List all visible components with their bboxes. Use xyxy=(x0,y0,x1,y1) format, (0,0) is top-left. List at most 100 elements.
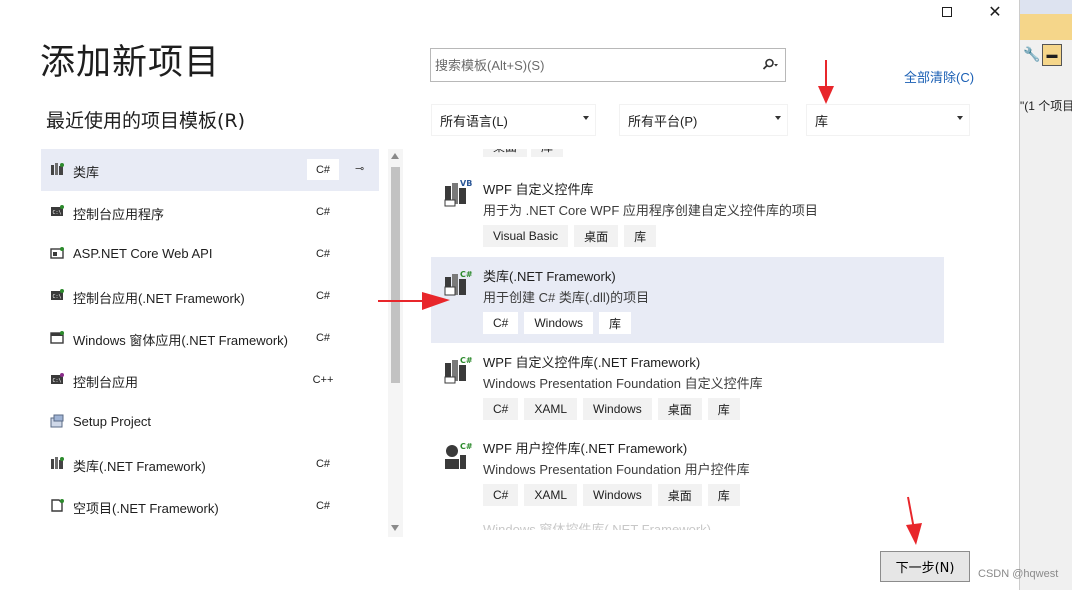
next-button[interactable]: 下一步(N) xyxy=(880,551,970,582)
annotation-arrow-right-template xyxy=(378,292,450,310)
scroll-up-icon[interactable] xyxy=(391,153,399,159)
template-tag: XAML xyxy=(524,398,578,420)
template-name: 类库(.NET Framework) xyxy=(483,269,616,284)
recent-item-label: 控制台应用 xyxy=(73,375,139,390)
template-search-box[interactable] xyxy=(430,48,786,82)
language-badge: C# xyxy=(307,285,339,306)
class-library-icon xyxy=(50,162,65,177)
console-app-icon: C:\ xyxy=(50,372,65,387)
page-title: 添加新项目 xyxy=(40,43,221,83)
recent-item[interactable]: ASP.NET Core Web API C# xyxy=(41,233,379,275)
platform-filter-dropdown[interactable]: 所有平台(P) xyxy=(619,104,788,136)
add-new-project-dialog: ✕ 添加新项目 最近使用的项目模板(R) 全部清除(C) 所有语言(L) 所有平… xyxy=(0,0,1019,590)
template-tag: Windows xyxy=(583,398,652,420)
template-tag: 库 xyxy=(599,312,632,334)
template-item[interactable]: C# 类库(.NET Framework) 用于创建 C# 类库(.dll)的项… xyxy=(431,257,944,343)
close-button[interactable]: ✕ xyxy=(972,0,1018,24)
template-name: WPF 自定义控件库 xyxy=(483,182,594,197)
recent-item-label: 控制台应用(.NET Framework) xyxy=(73,291,245,306)
recent-item[interactable]: C:\ 控制台应用程序 C# xyxy=(41,191,379,233)
wpf-control-library-icon: VB xyxy=(443,178,473,210)
background-title-band xyxy=(1020,0,1072,14)
annotation-arrow-down-filter xyxy=(818,60,834,104)
template-tag: 库 xyxy=(624,225,657,247)
web-api-icon xyxy=(50,246,65,261)
recent-item[interactable]: Setup Project xyxy=(41,401,379,443)
background-toolbar-band xyxy=(1020,14,1072,40)
search-icon[interactable] xyxy=(755,58,785,72)
recent-item[interactable]: Windows 窗体应用(.NET Framework) C# xyxy=(41,317,379,359)
template-description: Windows Presentation Foundation 用户控件库 xyxy=(483,462,750,477)
wpf-user-control-library-icon: C# xyxy=(443,441,473,473)
scroll-down-icon[interactable] xyxy=(391,525,399,531)
svg-text:C:\: C:\ xyxy=(53,378,62,384)
scrollbar-thumb[interactable] xyxy=(391,167,400,383)
template-tag: C# xyxy=(483,312,519,334)
partial-template-name: Windows 窗体控件库(.NET Framework) xyxy=(483,522,712,530)
template-item[interactable]: C# WPF 自定义控件库(.NET Framework) Windows Pr… xyxy=(431,343,944,429)
template-item[interactable]: C# WPF 用户控件库(.NET Framework) Windows Pre… xyxy=(431,429,944,515)
recent-item[interactable]: 空项目(.NET Framework) C# xyxy=(41,485,379,527)
recent-item[interactable]: C:\ 控制台应用 C++ xyxy=(41,359,379,401)
language-filter-dropdown[interactable]: 所有语言(L) xyxy=(431,104,596,136)
recent-item-label: 空项目(.NET Framework) xyxy=(73,501,219,516)
recent-item[interactable]: 类库(.NET Framework) C# xyxy=(41,443,379,485)
watermark: CSDN @hqwest xyxy=(978,568,1059,580)
template-tag: Visual Basic xyxy=(483,225,569,247)
language-badge: C# xyxy=(307,201,339,222)
recent-item-label: 类库 xyxy=(73,165,100,180)
windows-forms-icon xyxy=(50,330,65,345)
template-tag: C# xyxy=(483,484,519,506)
language-badge: C# xyxy=(307,327,339,348)
chevron-down-icon xyxy=(583,116,589,120)
template-tags: C# Windows 库 xyxy=(483,312,632,334)
background-window-text: "(1 个项目 xyxy=(1020,99,1072,113)
empty-project-icon xyxy=(50,498,65,513)
template-results-list: VB WPF 自定义控件库 用于为 .NET Core WPF 应用程序创建自定… xyxy=(431,173,944,529)
close-icon: ✕ xyxy=(988,2,1002,21)
background-window: 🔧 ▬ "(1 个项目 xyxy=(1019,0,1072,590)
template-tag: 库 xyxy=(531,149,564,157)
template-tags: C# XAML Windows 桌面 库 xyxy=(483,484,740,506)
console-app-icon: C:\ xyxy=(50,204,65,219)
template-tag: XAML xyxy=(524,484,578,506)
language-badge: C++ xyxy=(307,369,339,390)
platform-filter-value: 所有平台(P) xyxy=(628,113,698,129)
template-description: 用于创建 C# 类库(.dll)的项目 xyxy=(483,290,650,305)
csharp-badge: C# xyxy=(460,442,473,451)
svg-text:C:\: C:\ xyxy=(53,210,62,216)
language-badge: C# xyxy=(307,243,339,264)
template-tag: 桌面 xyxy=(657,484,702,506)
recent-item[interactable]: C:\ 控制台应用(.NET Framework) C# xyxy=(41,275,379,317)
annotation-arrow-down-next xyxy=(906,496,922,545)
search-input[interactable] xyxy=(431,49,755,81)
chevron-down-icon xyxy=(957,116,963,120)
class-library-icon xyxy=(50,456,65,471)
template-name: WPF 用户控件库(.NET Framework) xyxy=(483,441,688,456)
template-tag: C# xyxy=(483,398,519,420)
clear-all-link[interactable]: 全部清除(C) xyxy=(904,67,974,86)
template-tag: Windows xyxy=(524,312,594,334)
chevron-down-icon xyxy=(775,116,781,120)
language-badge: C# xyxy=(307,495,339,516)
template-tag: 库 xyxy=(707,484,740,506)
csharp-badge: C# xyxy=(460,270,473,279)
template-tags: Visual Basic 桌面 库 xyxy=(483,225,657,247)
minimize-panel-icon: ▬ xyxy=(1042,44,1062,66)
maximize-button[interactable] xyxy=(924,0,970,24)
template-item[interactable]: VB WPF 自定义控件库 用于为 .NET Core WPF 应用程序创建自定… xyxy=(431,173,944,257)
language-filter-value: 所有语言(L) xyxy=(440,113,508,129)
setup-project-icon xyxy=(50,414,65,429)
recent-list-scrollbar[interactable] xyxy=(388,149,403,537)
recent-item[interactable]: 类库 C# ⊸ xyxy=(41,149,379,191)
maximize-icon xyxy=(942,7,952,17)
project-type-filter-dropdown[interactable]: 库 xyxy=(806,104,970,136)
template-tag: Windows xyxy=(583,484,652,506)
template-tags: C# XAML Windows 桌面 库 xyxy=(483,398,740,420)
template-tag: 桌面 xyxy=(483,149,528,157)
partial-template-item: 桌面 库 xyxy=(431,149,944,159)
template-tag: 桌面 xyxy=(574,225,619,247)
csharp-badge: C# xyxy=(460,356,473,365)
pin-icon[interactable]: ⊸ xyxy=(355,162,364,175)
recent-item-label: 控制台应用程序 xyxy=(73,207,165,222)
